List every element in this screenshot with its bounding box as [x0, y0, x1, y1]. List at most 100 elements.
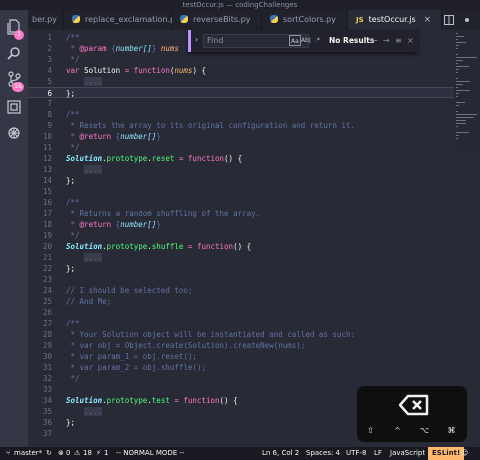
tab-sortcolors[interactable]: sortColors.py [262, 10, 348, 30]
close-icon[interactable]: × [424, 10, 432, 30]
tab-label: testOccur.js [368, 15, 416, 24]
code-line[interactable]: 12 Solution.prototype.reset = function() … [28, 153, 480, 164]
split-editor-icon[interactable] [444, 10, 454, 30]
tab-testoccur[interactable]: JS testOccur.js × [348, 10, 442, 30]
code-line[interactable]: 13 .... [28, 164, 480, 175]
folded-region-marker[interactable]: .... [84, 77, 103, 86]
minimap-line [456, 39, 458, 40]
code-line[interactable]: 22}; [28, 263, 480, 274]
info-icon: ⚡ [96, 449, 101, 457]
minimap-line [456, 102, 466, 103]
code-line[interactable]: 4 var Solution = function(nums) { [28, 65, 480, 76]
indentation[interactable]: Spaces: 4 [306, 447, 340, 460]
code-line[interactable]: 29 * var obj = Object.create(Solution).c… [28, 340, 480, 351]
line-number: 3 [47, 55, 52, 64]
minimap-line [456, 63, 458, 64]
code-line[interactable]: 18 * @return {number[]} [28, 219, 480, 230]
shift-key[interactable]: ⇧ [357, 424, 384, 438]
smiley-icon[interactable]: ☺ [461, 447, 468, 460]
tab-ber[interactable]: ber.py [28, 10, 64, 30]
minimap-line [456, 78, 458, 79]
delete-key-icon[interactable] [398, 394, 429, 416]
previous-match-icon[interactable]: ← [371, 35, 378, 46]
search-icon[interactable] [0, 40, 28, 66]
branch-icon[interactable]: ⑂ [6, 447, 10, 460]
close-find-icon[interactable]: × [407, 35, 414, 46]
find-in-selection-icon[interactable]: ≡ [395, 35, 402, 46]
cursor-position[interactable]: Ln 6, Col 2 [262, 447, 299, 460]
line-code: */ [66, 374, 80, 383]
code-line[interactable]: 17 * Returns a random shuffling of the a… [28, 208, 480, 219]
code-line[interactable]: 7 [28, 98, 480, 109]
code-line[interactable]: 3 */ [28, 54, 480, 65]
warning-count[interactable]: 18 [83, 447, 92, 460]
code-line[interactable]: 5 .... [28, 76, 480, 87]
line-code: * @return {number[]} [66, 132, 161, 141]
next-match-icon[interactable]: → [383, 35, 390, 46]
minimap-line [456, 96, 458, 97]
regex-toggle[interactable]: .* [314, 35, 321, 46]
status-bar: ⑂ master* ↻ ⊗ 0 ⚠ 18 ⚡ 1 -- NORMAL MODE … [0, 447, 480, 460]
minimap[interactable] [454, 30, 480, 150]
eslint-status[interactable]: ESLint! [428, 447, 465, 460]
code-line[interactable]: 9 * Resets the array to its original con… [28, 120, 480, 131]
folded-region-marker[interactable]: .... [84, 253, 103, 262]
code-line[interactable]: 24 // I should be selected too; [28, 285, 480, 296]
line-code: * Resets the array to its original confi… [66, 121, 355, 130]
vim-mode: -- NORMAL MODE -- [116, 449, 185, 457]
folded-region-marker[interactable]: .... [84, 407, 103, 416]
code-line[interactable]: 27 /** [28, 318, 480, 329]
tab-replace-exclamation[interactable]: replace_exclamation.py [64, 10, 180, 30]
code-line[interactable]: 31 * var param_2 = obj.shuffle(); [28, 362, 480, 373]
tab-bar: ber.py replace_exclamation.py reverseBit… [28, 10, 480, 30]
more-actions-icon[interactable] [462, 10, 472, 30]
folded-region-marker[interactable]: .... [84, 165, 103, 174]
code-line[interactable]: 32 */ [28, 373, 480, 384]
code-line[interactable]: 14}; [28, 175, 480, 186]
code-line[interactable]: 15 [28, 186, 480, 197]
minimap-line [456, 138, 458, 139]
line-number: 7 [47, 99, 52, 108]
code-line[interactable]: 19 */ [28, 230, 480, 241]
error-icon[interactable]: ⊗ [58, 447, 64, 460]
match-case-toggle[interactable]: Aa [289, 35, 301, 46]
branch-name[interactable]: master* [14, 447, 42, 460]
minimap-line [456, 72, 458, 73]
line-code: .... [66, 164, 103, 175]
code-line[interactable]: 6}; [28, 87, 480, 98]
minimap-line [456, 81, 471, 82]
code-line[interactable]: 30 * var param_1 = obj.reset(); [28, 351, 480, 362]
whole-word-toggle[interactable]: Ab| [300, 35, 312, 46]
sync-icon[interactable]: ↻ [46, 447, 52, 460]
language-mode[interactable]: JavaScript [390, 447, 425, 460]
minimap-line [456, 117, 474, 118]
error-count[interactable]: 0 [66, 447, 70, 460]
code-line[interactable]: 25 // And Me; [28, 296, 480, 307]
code-line[interactable]: 23 [28, 274, 480, 285]
encoding[interactable]: UTF-8 [346, 447, 366, 460]
debug-icon[interactable] [0, 120, 28, 146]
minimap-line [456, 36, 465, 37]
code-line[interactable]: 11 */ [28, 142, 480, 153]
control-key[interactable]: ^ [384, 424, 411, 438]
code-editor[interactable]: 1/** 2 * @param {number[]} nums 3 */4 var S… [28, 30, 480, 447]
extensions-icon[interactable] [0, 94, 28, 120]
code-line[interactable]: 10 * @return {number[]} [28, 131, 480, 142]
code-line[interactable]: 8 /** [28, 109, 480, 120]
code-line[interactable]: 21 .... [28, 252, 480, 263]
toggle-replace-icon[interactable]: › [195, 35, 198, 44]
code-line[interactable]: 26 [28, 307, 480, 318]
option-key[interactable]: ⌥ [411, 424, 438, 438]
code-line[interactable]: 28 * Your Solution object will be instan… [28, 329, 480, 340]
warning-icon[interactable]: ⚠ [74, 447, 80, 460]
info-count: 1 [104, 449, 109, 457]
minimap-line [456, 123, 467, 124]
command-key[interactable]: ⌘ [438, 424, 465, 438]
line-number: 9 [47, 121, 52, 130]
line-number: 15 [42, 187, 52, 196]
code-line[interactable]: 20 Solution.prototype.shuffle = function(… [28, 241, 480, 252]
line-ending[interactable]: LF [374, 447, 382, 460]
tab-reversebits[interactable]: reverseBits.py [172, 10, 262, 30]
code-line[interactable]: 16 /** [28, 197, 480, 208]
minimap-line [456, 120, 466, 121]
